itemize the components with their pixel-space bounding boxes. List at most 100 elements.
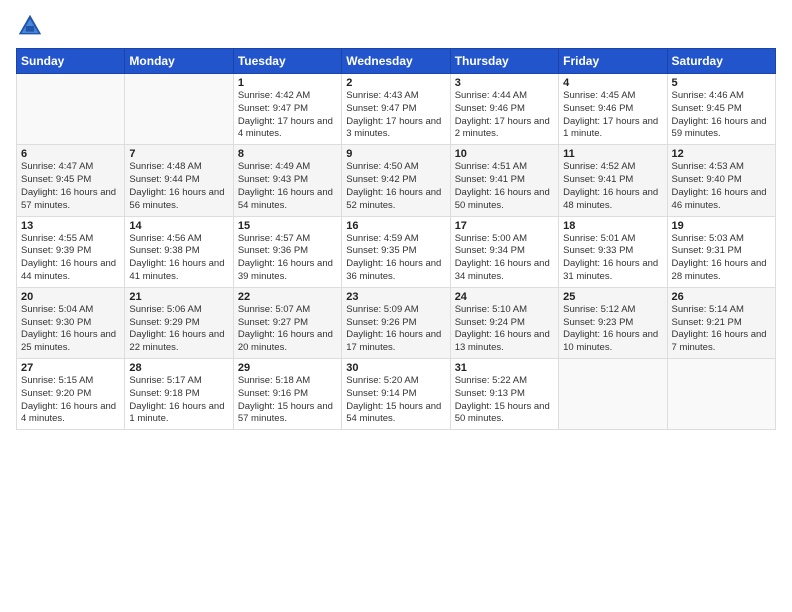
day-info: Sunrise: 5:00 AM Sunset: 9:34 PM Dayligh… — [455, 233, 554, 284]
week-row-1: 1Sunrise: 4:42 AM Sunset: 9:47 PM Daylig… — [17, 74, 776, 145]
day-info: Sunrise: 4:42 AM Sunset: 9:47 PM Dayligh… — [238, 90, 337, 141]
calendar-cell: 18Sunrise: 5:01 AM Sunset: 9:33 PM Dayli… — [559, 216, 667, 287]
day-header-sunday: Sunday — [17, 49, 125, 74]
day-info: Sunrise: 5:14 AM Sunset: 9:21 PM Dayligh… — [672, 304, 771, 355]
day-header-friday: Friday — [559, 49, 667, 74]
calendar-cell — [559, 359, 667, 430]
day-info: Sunrise: 4:57 AM Sunset: 9:36 PM Dayligh… — [238, 233, 337, 284]
day-number: 9 — [346, 148, 445, 160]
calendar-cell: 2Sunrise: 4:43 AM Sunset: 9:47 PM Daylig… — [342, 74, 450, 145]
calendar-cell: 30Sunrise: 5:20 AM Sunset: 9:14 PM Dayli… — [342, 359, 450, 430]
day-number: 12 — [672, 148, 771, 160]
page: SundayMondayTuesdayWednesdayThursdayFrid… — [0, 0, 792, 612]
day-info: Sunrise: 5:03 AM Sunset: 9:31 PM Dayligh… — [672, 233, 771, 284]
calendar-cell — [667, 359, 775, 430]
calendar-cell: 21Sunrise: 5:06 AM Sunset: 9:29 PM Dayli… — [125, 287, 233, 358]
day-number: 30 — [346, 362, 445, 374]
day-info: Sunrise: 4:44 AM Sunset: 9:46 PM Dayligh… — [455, 90, 554, 141]
day-number: 4 — [563, 77, 662, 89]
day-info: Sunrise: 4:53 AM Sunset: 9:40 PM Dayligh… — [672, 161, 771, 212]
calendar-cell: 15Sunrise: 4:57 AM Sunset: 9:36 PM Dayli… — [233, 216, 341, 287]
calendar-cell — [125, 74, 233, 145]
day-number: 1 — [238, 77, 337, 89]
day-header-tuesday: Tuesday — [233, 49, 341, 74]
calendar-cell: 24Sunrise: 5:10 AM Sunset: 9:24 PM Dayli… — [450, 287, 558, 358]
calendar-table: SundayMondayTuesdayWednesdayThursdayFrid… — [16, 48, 776, 430]
calendar-cell: 14Sunrise: 4:56 AM Sunset: 9:38 PM Dayli… — [125, 216, 233, 287]
calendar-header: SundayMondayTuesdayWednesdayThursdayFrid… — [17, 49, 776, 74]
calendar-cell: 4Sunrise: 4:45 AM Sunset: 9:46 PM Daylig… — [559, 74, 667, 145]
calendar-cell: 23Sunrise: 5:09 AM Sunset: 9:26 PM Dayli… — [342, 287, 450, 358]
header-row: SundayMondayTuesdayWednesdayThursdayFrid… — [17, 49, 776, 74]
day-number: 17 — [455, 220, 554, 232]
calendar-cell: 17Sunrise: 5:00 AM Sunset: 9:34 PM Dayli… — [450, 216, 558, 287]
calendar-cell: 10Sunrise: 4:51 AM Sunset: 9:41 PM Dayli… — [450, 145, 558, 216]
day-info: Sunrise: 5:22 AM Sunset: 9:13 PM Dayligh… — [455, 375, 554, 426]
day-info: Sunrise: 5:10 AM Sunset: 9:24 PM Dayligh… — [455, 304, 554, 355]
day-info: Sunrise: 4:49 AM Sunset: 9:43 PM Dayligh… — [238, 161, 337, 212]
week-row-5: 27Sunrise: 5:15 AM Sunset: 9:20 PM Dayli… — [17, 359, 776, 430]
day-number: 7 — [129, 148, 228, 160]
calendar-cell: 11Sunrise: 4:52 AM Sunset: 9:41 PM Dayli… — [559, 145, 667, 216]
logo — [16, 12, 48, 40]
day-number: 21 — [129, 291, 228, 303]
day-info: Sunrise: 5:15 AM Sunset: 9:20 PM Dayligh… — [21, 375, 120, 426]
calendar-cell: 9Sunrise: 4:50 AM Sunset: 9:42 PM Daylig… — [342, 145, 450, 216]
day-number: 11 — [563, 148, 662, 160]
calendar-cell: 31Sunrise: 5:22 AM Sunset: 9:13 PM Dayli… — [450, 359, 558, 430]
day-number: 29 — [238, 362, 337, 374]
calendar-cell: 1Sunrise: 4:42 AM Sunset: 9:47 PM Daylig… — [233, 74, 341, 145]
day-info: Sunrise: 4:47 AM Sunset: 9:45 PM Dayligh… — [21, 161, 120, 212]
calendar-cell: 5Sunrise: 4:46 AM Sunset: 9:45 PM Daylig… — [667, 74, 775, 145]
day-number: 13 — [21, 220, 120, 232]
day-number: 20 — [21, 291, 120, 303]
calendar-cell: 22Sunrise: 5:07 AM Sunset: 9:27 PM Dayli… — [233, 287, 341, 358]
day-info: Sunrise: 4:55 AM Sunset: 9:39 PM Dayligh… — [21, 233, 120, 284]
day-info: Sunrise: 4:43 AM Sunset: 9:47 PM Dayligh… — [346, 90, 445, 141]
calendar-cell: 7Sunrise: 4:48 AM Sunset: 9:44 PM Daylig… — [125, 145, 233, 216]
day-number: 31 — [455, 362, 554, 374]
header — [16, 12, 776, 40]
calendar-cell: 29Sunrise: 5:18 AM Sunset: 9:16 PM Dayli… — [233, 359, 341, 430]
day-number: 23 — [346, 291, 445, 303]
day-info: Sunrise: 4:46 AM Sunset: 9:45 PM Dayligh… — [672, 90, 771, 141]
day-number: 16 — [346, 220, 445, 232]
calendar-cell: 13Sunrise: 4:55 AM Sunset: 9:39 PM Dayli… — [17, 216, 125, 287]
calendar-cell: 6Sunrise: 4:47 AM Sunset: 9:45 PM Daylig… — [17, 145, 125, 216]
day-number: 24 — [455, 291, 554, 303]
calendar-cell: 28Sunrise: 5:17 AM Sunset: 9:18 PM Dayli… — [125, 359, 233, 430]
day-info: Sunrise: 5:09 AM Sunset: 9:26 PM Dayligh… — [346, 304, 445, 355]
day-number: 19 — [672, 220, 771, 232]
logo-icon — [16, 12, 44, 40]
calendar-cell: 25Sunrise: 5:12 AM Sunset: 9:23 PM Dayli… — [559, 287, 667, 358]
day-info: Sunrise: 5:01 AM Sunset: 9:33 PM Dayligh… — [563, 233, 662, 284]
day-info: Sunrise: 5:20 AM Sunset: 9:14 PM Dayligh… — [346, 375, 445, 426]
week-row-4: 20Sunrise: 5:04 AM Sunset: 9:30 PM Dayli… — [17, 287, 776, 358]
calendar-cell: 12Sunrise: 4:53 AM Sunset: 9:40 PM Dayli… — [667, 145, 775, 216]
day-number: 10 — [455, 148, 554, 160]
calendar-body: 1Sunrise: 4:42 AM Sunset: 9:47 PM Daylig… — [17, 74, 776, 430]
calendar-cell: 8Sunrise: 4:49 AM Sunset: 9:43 PM Daylig… — [233, 145, 341, 216]
day-number: 22 — [238, 291, 337, 303]
calendar-cell: 20Sunrise: 5:04 AM Sunset: 9:30 PM Dayli… — [17, 287, 125, 358]
day-info: Sunrise: 4:51 AM Sunset: 9:41 PM Dayligh… — [455, 161, 554, 212]
day-info: Sunrise: 4:45 AM Sunset: 9:46 PM Dayligh… — [563, 90, 662, 141]
day-number: 6 — [21, 148, 120, 160]
calendar-cell: 16Sunrise: 4:59 AM Sunset: 9:35 PM Dayli… — [342, 216, 450, 287]
day-info: Sunrise: 4:56 AM Sunset: 9:38 PM Dayligh… — [129, 233, 228, 284]
day-number: 25 — [563, 291, 662, 303]
day-info: Sunrise: 5:12 AM Sunset: 9:23 PM Dayligh… — [563, 304, 662, 355]
day-info: Sunrise: 4:52 AM Sunset: 9:41 PM Dayligh… — [563, 161, 662, 212]
day-number: 8 — [238, 148, 337, 160]
calendar-cell: 26Sunrise: 5:14 AM Sunset: 9:21 PM Dayli… — [667, 287, 775, 358]
day-number: 26 — [672, 291, 771, 303]
day-info: Sunrise: 4:48 AM Sunset: 9:44 PM Dayligh… — [129, 161, 228, 212]
calendar-cell: 19Sunrise: 5:03 AM Sunset: 9:31 PM Dayli… — [667, 216, 775, 287]
day-info: Sunrise: 5:06 AM Sunset: 9:29 PM Dayligh… — [129, 304, 228, 355]
day-number: 14 — [129, 220, 228, 232]
day-number: 15 — [238, 220, 337, 232]
calendar-cell: 3Sunrise: 4:44 AM Sunset: 9:46 PM Daylig… — [450, 74, 558, 145]
calendar-cell — [17, 74, 125, 145]
day-number: 28 — [129, 362, 228, 374]
day-number: 2 — [346, 77, 445, 89]
